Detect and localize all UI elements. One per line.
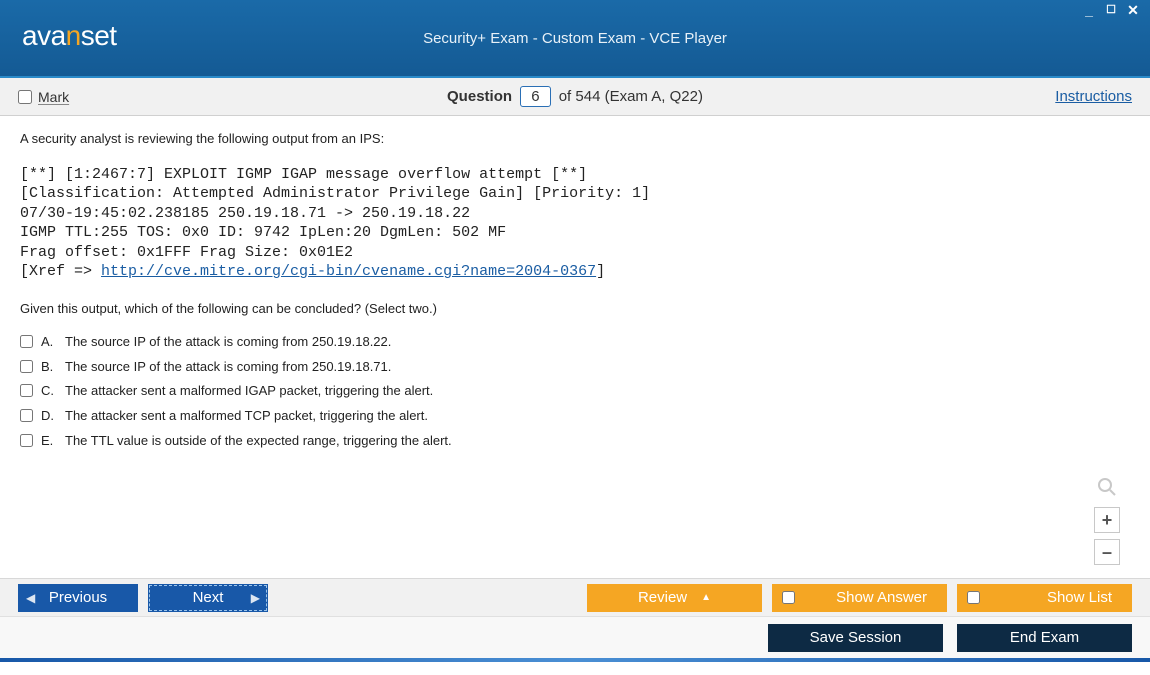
question-toolbar: Mark Question 6 of 544 (Exam A, Q22) Ins… (0, 78, 1150, 116)
cve-link[interactable]: http://cve.mitre.org/cgi-bin/cvename.cgi… (101, 263, 596, 280)
previous-button[interactable]: ◀ Previous (18, 584, 138, 612)
option-letter: D. (41, 407, 57, 426)
option-letter: C. (41, 382, 57, 401)
next-button[interactable]: Next ▶ (148, 584, 268, 612)
answer-option-A[interactable]: A. The source IP of the attack is coming … (20, 333, 1130, 352)
show-answer-button[interactable]: Show Answer (772, 584, 947, 612)
ips-output: [**] [1:2467:7] EXPLOIT IGMP IGAP messag… (20, 165, 1130, 282)
navigation-bar: ◀ Previous Next ▶ Review ▲ Show Answer S… (0, 578, 1150, 616)
option-letter: E. (41, 432, 57, 451)
option-letter: B. (41, 358, 57, 377)
chevron-left-icon: ◀ (26, 591, 35, 605)
option-text: The source IP of the attack is coming fr… (65, 358, 391, 377)
option-checkbox[interactable] (20, 335, 33, 348)
question-prompt: Given this output, which of the followin… (20, 300, 1130, 319)
footer-accent (0, 658, 1150, 662)
chevron-right-icon: ▶ (251, 591, 260, 605)
answer-option-E[interactable]: E. The TTL value is outside of the expect… (20, 432, 1130, 451)
answer-option-C[interactable]: C. The attacker sent a malformed IGAP pac… (20, 382, 1130, 401)
review-button[interactable]: Review ▲ (587, 584, 762, 612)
window-title: Security+ Exam - Custom Exam - VCE Playe… (0, 30, 1150, 47)
triangle-up-icon: ▲ (701, 592, 711, 603)
question-number-box[interactable]: 6 (520, 86, 550, 107)
option-text: The source IP of the attack is coming fr… (65, 333, 391, 352)
session-bar: Save Session End Exam (0, 616, 1150, 658)
option-letter: A. (41, 333, 57, 352)
minimize-button[interactable]: _ (1080, 4, 1098, 18)
option-checkbox[interactable] (20, 434, 33, 447)
show-list-checkbox[interactable] (967, 591, 980, 604)
option-checkbox[interactable] (20, 384, 33, 397)
magnify-icon[interactable] (1096, 477, 1118, 499)
titlebar: avanset Security+ Exam - Custom Exam - V… (0, 0, 1150, 78)
option-text: The attacker sent a malformed TCP packet… (65, 407, 428, 426)
zoom-out-button[interactable]: – (1094, 539, 1120, 565)
zoom-in-button[interactable]: + (1094, 507, 1120, 533)
option-text: The attacker sent a malformed IGAP packe… (65, 382, 433, 401)
answer-options: A. The source IP of the attack is coming … (20, 333, 1130, 451)
mark-label[interactable]: Mark (38, 89, 69, 105)
option-text: The TTL value is outside of the expected… (65, 432, 452, 451)
option-checkbox[interactable] (20, 409, 33, 422)
question-stem: A security analyst is reviewing the foll… (20, 130, 1130, 149)
answer-option-B[interactable]: B. The source IP of the attack is coming … (20, 358, 1130, 377)
mark-checkbox-area[interactable]: Mark (18, 89, 69, 105)
question-content: A security analyst is reviewing the foll… (0, 116, 1150, 578)
show-answer-checkbox[interactable] (782, 591, 795, 604)
save-session-button[interactable]: Save Session (768, 624, 943, 652)
instructions-link[interactable]: Instructions (1055, 88, 1132, 105)
window-controls: _ ☐ ✕ (1080, 4, 1142, 18)
end-exam-button[interactable]: End Exam (957, 624, 1132, 652)
show-list-button[interactable]: Show List (957, 584, 1132, 612)
close-button[interactable]: ✕ (1124, 4, 1142, 18)
option-checkbox[interactable] (20, 360, 33, 373)
question-indicator: Question 6 of 544 (Exam A, Q22) (0, 86, 1150, 107)
zoom-controls: + – (1094, 477, 1120, 565)
mark-checkbox[interactable] (18, 90, 32, 104)
answer-option-D[interactable]: D. The attacker sent a malformed TCP pack… (20, 407, 1130, 426)
maximize-button[interactable]: ☐ (1102, 4, 1120, 18)
